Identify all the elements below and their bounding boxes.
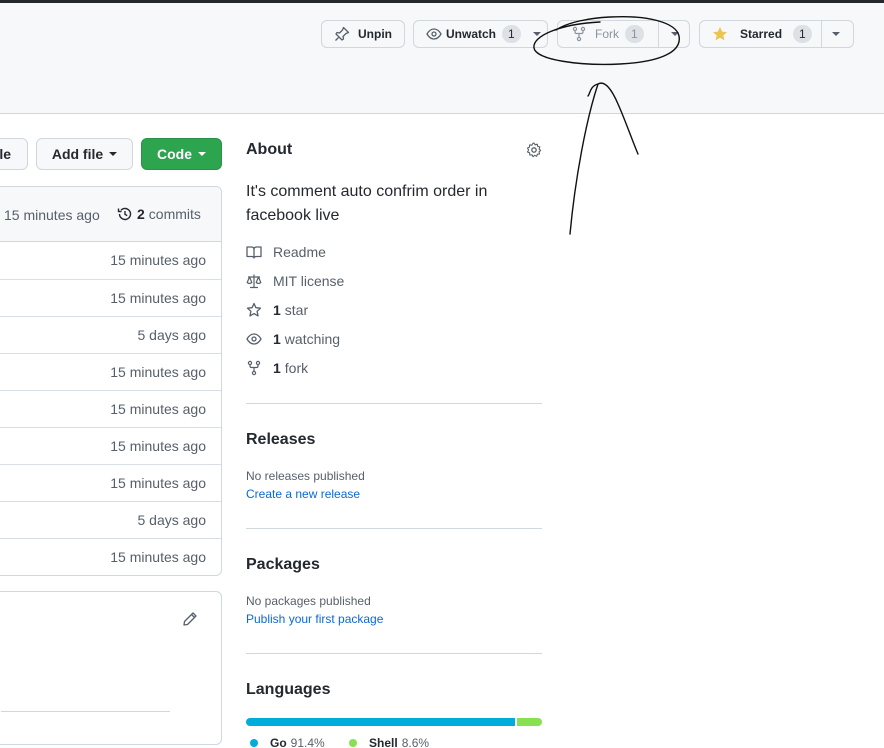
table-row[interactable]: 5 days ago	[0, 316, 221, 353]
fork-counter: 1	[625, 25, 644, 43]
latest-commit-time: 15 minutes ago	[4, 207, 100, 223]
eye-icon	[426, 26, 442, 42]
chevron-down-icon	[109, 152, 118, 156]
star-divider	[821, 21, 822, 47]
file-list: 15 minutes ago 2 commits 15 minutes ago …	[0, 186, 222, 576]
repo-forked-icon	[571, 26, 587, 42]
table-row[interactable]: 15 minutes ago	[0, 279, 221, 316]
chevron-down-icon[interactable]	[832, 32, 840, 36]
add-file-button[interactable]: Add file	[36, 138, 133, 170]
readme-divider	[1, 711, 170, 712]
table-row[interactable]: 15 minutes ago	[0, 390, 221, 427]
history-icon	[117, 206, 133, 222]
languages-heading: Languages	[246, 681, 331, 698]
table-row[interactable]: 15 minutes ago	[0, 242, 221, 279]
divider	[246, 528, 542, 529]
chevron-down-icon[interactable]	[533, 32, 541, 36]
publish-package-link[interactable]: Publish your first package	[246, 612, 383, 626]
pencil-icon[interactable]	[182, 611, 198, 627]
chevron-down-icon[interactable]	[671, 32, 679, 36]
watch-counter: 1	[502, 25, 521, 43]
starred-button-group[interactable]: Starred 1	[699, 20, 854, 48]
fork-divider	[658, 21, 659, 47]
readme-link[interactable]: Readme	[246, 244, 326, 260]
stars-link[interactable]: 1 star	[246, 302, 308, 318]
latest-commit-header: 15 minutes ago 2 commits	[0, 187, 221, 242]
divider	[246, 403, 542, 404]
table-row[interactable]: 15 minutes ago	[0, 538, 221, 575]
repo-description: It's comment auto confrim order in faceb…	[246, 183, 488, 224]
table-row[interactable]: 15 minutes ago	[0, 427, 221, 464]
table-row[interactable]: 15 minutes ago	[0, 464, 221, 501]
table-row[interactable]: 5 days ago	[0, 501, 221, 538]
fork-label: Fork	[595, 27, 619, 41]
pin-icon	[334, 26, 350, 42]
unwatch-button-group[interactable]: Unwatch 1	[413, 20, 548, 48]
readme-panel	[0, 591, 222, 745]
starred-label: Starred	[740, 27, 783, 41]
star-filled-icon	[712, 26, 728, 42]
book-icon	[246, 244, 262, 260]
create-release-link[interactable]: Create a new release	[246, 487, 360, 501]
language-bar-segment-go	[246, 718, 515, 726]
law-icon	[246, 273, 262, 289]
fork-button-group[interactable]: Fork 1	[557, 20, 690, 48]
watching-link[interactable]: 1 watching	[246, 331, 340, 347]
unpin-label: Unpin	[358, 27, 392, 41]
partial-toolbar-button[interactable]: le	[0, 138, 28, 170]
unpin-button[interactable]: Unpin	[321, 20, 405, 48]
packages-heading[interactable]: Packages	[246, 556, 320, 574]
star-icon	[246, 302, 262, 318]
chevron-down-icon	[198, 152, 206, 156]
star-counter: 1	[793, 25, 812, 43]
repo-forked-icon	[246, 360, 262, 376]
language-dot	[250, 739, 258, 747]
no-releases-text: No releases published	[246, 469, 365, 483]
eye-icon	[246, 331, 262, 347]
language-item-go[interactable]: Go 91.4%	[250, 736, 325, 748]
code-button[interactable]: Code	[141, 138, 222, 170]
no-packages-text: No packages published	[246, 594, 371, 608]
language-dot	[349, 739, 357, 747]
commits-link[interactable]: 2 commits	[117, 206, 201, 222]
divider	[246, 653, 542, 654]
forks-link[interactable]: 1 fork	[246, 360, 308, 376]
about-heading: About	[246, 141, 293, 158]
language-bar	[246, 718, 542, 726]
table-row[interactable]: 15 minutes ago	[0, 353, 221, 390]
license-link[interactable]: MIT license	[246, 273, 344, 289]
gear-icon[interactable]	[526, 142, 542, 158]
unwatch-label: Unwatch	[446, 27, 497, 41]
releases-heading[interactable]: Releases	[246, 431, 315, 449]
language-item-shell[interactable]: Shell 8.6%	[349, 736, 429, 748]
language-bar-segment-shell	[516, 718, 542, 726]
